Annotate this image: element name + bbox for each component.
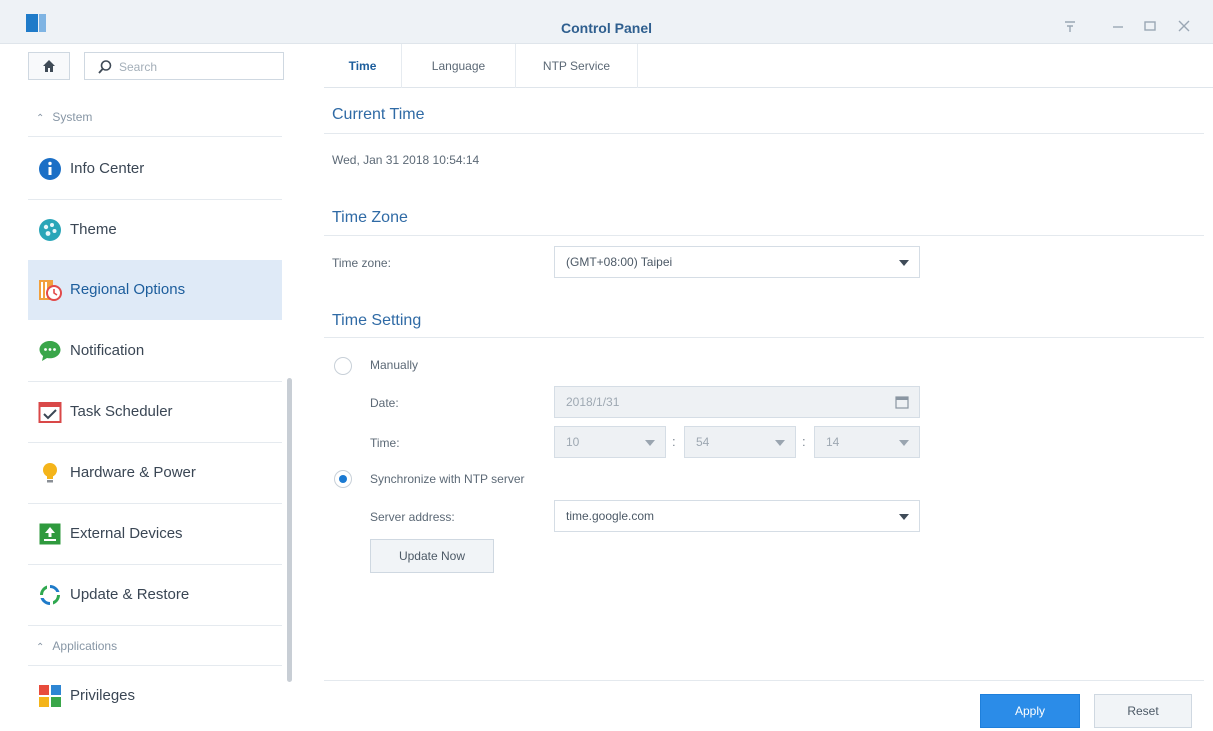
divider (324, 337, 1204, 338)
section-label: System (52, 110, 93, 124)
privileges-icon (39, 685, 61, 707)
server-address-select[interactable]: time.google.com (554, 500, 920, 532)
search-icon (98, 60, 112, 74)
update-now-button[interactable]: Update Now (370, 539, 494, 573)
minute-value: 54 (696, 435, 710, 449)
sidebar-item-label: Theme (70, 221, 117, 238)
minimize-icon[interactable] (1110, 18, 1126, 34)
section-header-system[interactable]: ⌃ System (36, 110, 92, 124)
sidebar-item-privileges[interactable]: Privileges (28, 666, 282, 726)
search-input[interactable] (119, 57, 279, 77)
sidebar-scrollbar[interactable] (287, 378, 292, 682)
sidebar-item-label: Task Scheduler (70, 403, 173, 420)
divider (324, 235, 1204, 236)
hour-select[interactable]: 10 (554, 426, 666, 458)
tab-bar: Time Language NTP Service (324, 44, 1213, 88)
divider (28, 136, 282, 137)
time-label: Time: (370, 436, 400, 450)
current-time-value: Wed, Jan 31 2018 10:54:14 (332, 153, 480, 167)
sidebar-item-label: Regional Options (70, 281, 186, 298)
sidebar-item-label: Privileges (70, 687, 136, 704)
time-separator: : (672, 434, 676, 449)
manual-label: Manually (370, 358, 419, 372)
info-icon (39, 158, 61, 180)
sidebar-item-notification[interactable]: Notification (28, 321, 282, 381)
sidebar-item-task-scheduler[interactable]: Task Scheduler (28, 382, 282, 442)
chevron-down-icon (899, 440, 909, 446)
divider (324, 133, 1204, 134)
close-icon[interactable] (1176, 18, 1192, 34)
maximize-icon[interactable] (1142, 18, 1158, 34)
regional-options-icon (39, 280, 62, 301)
time-separator: : (802, 434, 806, 449)
sidebar-item-label: Notification (70, 342, 145, 359)
sidebar-item-label: Update & Restore (70, 586, 190, 603)
window-title: Control Panel (560, 20, 652, 36)
manual-radio[interactable] (334, 357, 352, 375)
update-restore-icon (40, 585, 60, 605)
divider (28, 625, 282, 626)
sidebar-item-label: External Devices (70, 525, 183, 542)
main-panel: Time Language NTP Service Current Time W… (300, 44, 1213, 731)
sidebar-item-label: Hardware & Power (70, 464, 196, 481)
sidebar-item-label: Info Center (70, 160, 145, 177)
date-picker[interactable]: 2018/1/31 (554, 386, 920, 418)
home-icon (43, 60, 55, 72)
minute-select[interactable]: 54 (684, 426, 796, 458)
chevron-down-icon (899, 514, 909, 520)
home-button[interactable] (28, 52, 70, 80)
reset-button[interactable]: Reset (1094, 694, 1192, 728)
section-header-applications[interactable]: ⌃ Applications (36, 639, 117, 653)
tab-language[interactable]: Language (402, 44, 516, 88)
title-bar: Control Panel (0, 0, 1213, 44)
time-zone-value: (GMT+08:00) Taipei (566, 255, 673, 269)
section-label: Applications (52, 639, 118, 653)
server-address-label: Server address: (370, 510, 455, 524)
chevron-down-icon (899, 260, 909, 266)
apply-button[interactable]: Apply (980, 694, 1080, 728)
task-scheduler-icon (38, 402, 62, 423)
chevron-up-icon: ⌃ (36, 113, 45, 124)
chevron-down-icon (645, 440, 655, 446)
sidebar-item-external-devices[interactable]: External Devices (28, 504, 282, 564)
second-value: 14 (826, 435, 840, 449)
pin-icon[interactable] (1062, 18, 1078, 34)
time-zone-heading: Time Zone (332, 209, 408, 226)
sidebar-item-update-restore[interactable]: Update & Restore (28, 565, 282, 625)
time-setting-heading: Time Setting (332, 312, 422, 329)
hour-value: 10 (566, 435, 580, 449)
external-devices-icon (39, 523, 61, 545)
ntp-label: Synchronize with NTP server (370, 472, 525, 486)
theme-icon (39, 219, 61, 241)
search-box[interactable] (84, 52, 284, 80)
notification-icon (39, 341, 61, 361)
date-value: 2018/1/31 (566, 395, 620, 409)
sidebar-item-hardware-power[interactable]: Hardware & Power (28, 443, 282, 503)
sidebar-item-theme[interactable]: Theme (28, 200, 282, 260)
calendar-icon (895, 396, 909, 409)
hardware-power-icon (43, 463, 57, 483)
tab-time[interactable]: Time (324, 44, 402, 88)
ntp-radio[interactable] (334, 470, 352, 488)
sidebar-item-info-center[interactable]: Info Center (28, 139, 282, 199)
time-zone-select[interactable]: (GMT+08:00) Taipei (554, 246, 920, 278)
time-zone-label: Time zone: (332, 256, 391, 270)
date-label: Date: (370, 396, 399, 410)
divider (324, 680, 1204, 681)
tab-ntp-service[interactable]: NTP Service (516, 44, 638, 88)
sidebar-item-regional-options[interactable]: Regional Options (28, 260, 282, 320)
chevron-down-icon (775, 440, 785, 446)
sidebar: ⌃ System Info Center Theme Regional Optio… (0, 44, 300, 731)
second-select[interactable]: 14 (814, 426, 920, 458)
chevron-up-icon: ⌃ (36, 642, 45, 653)
server-address-value: time.google.com (566, 509, 655, 523)
current-time-heading: Current Time (332, 106, 425, 123)
